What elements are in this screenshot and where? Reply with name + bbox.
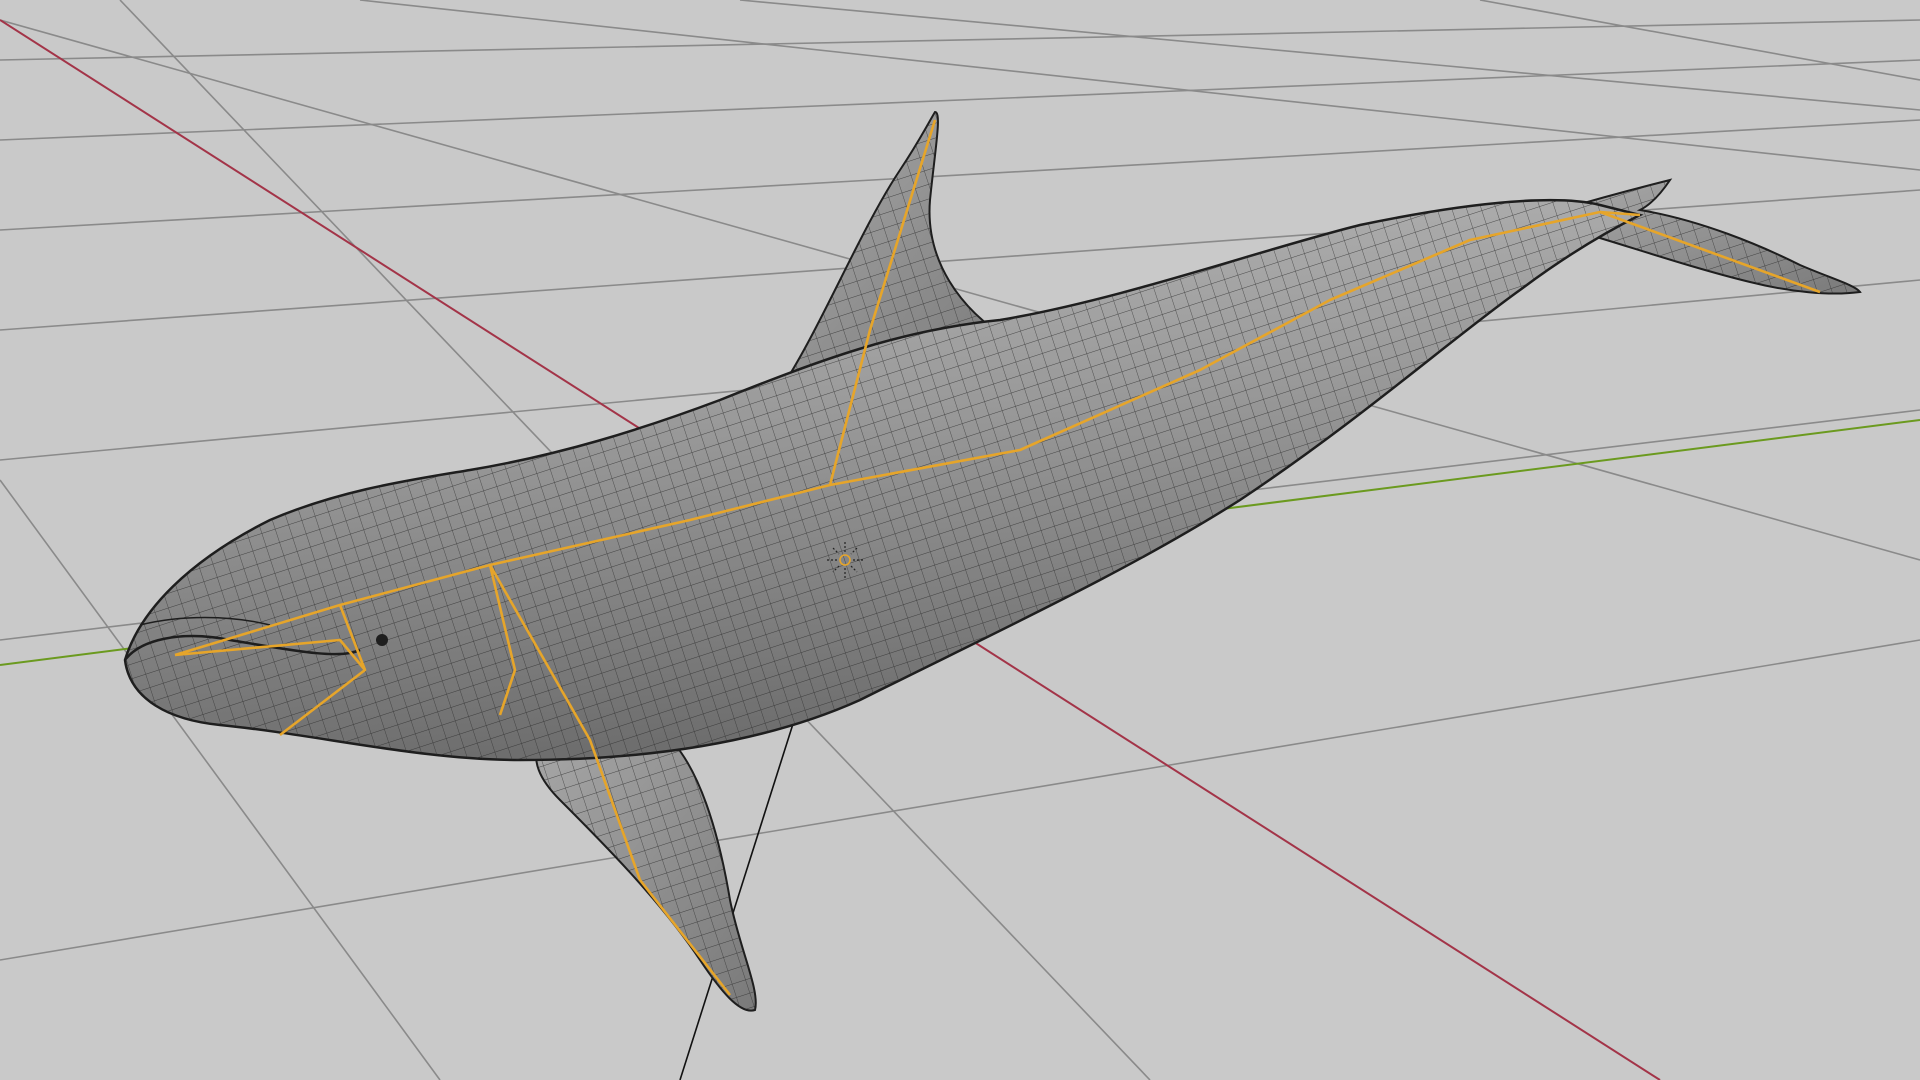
viewport-canvas[interactable] bbox=[0, 0, 1920, 1080]
3d-viewport[interactable] bbox=[0, 0, 1920, 1080]
eye bbox=[376, 634, 388, 646]
